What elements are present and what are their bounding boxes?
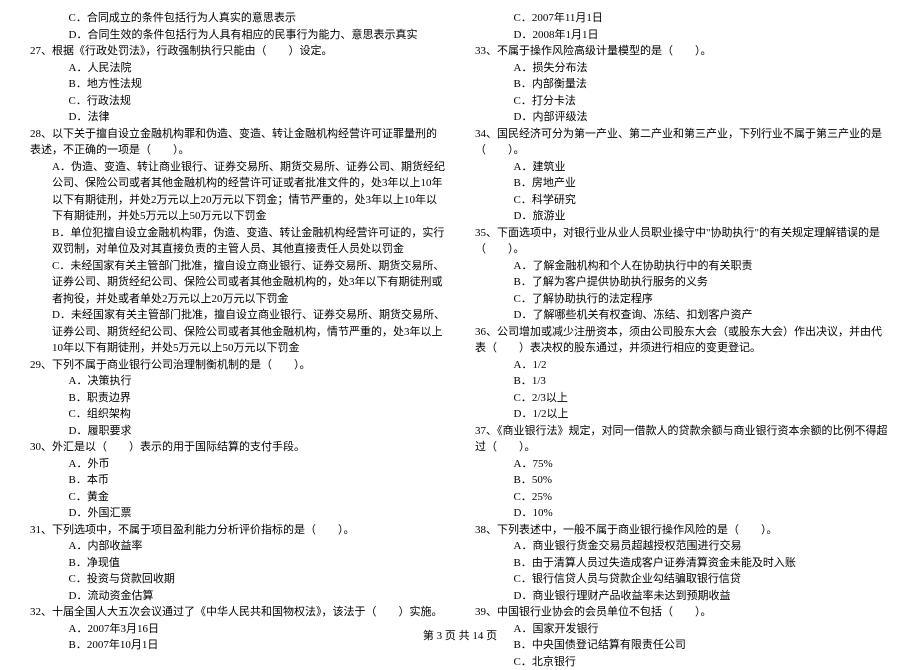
left-column: C．合同成立的条件包括行为人真实的意思表示D．合同生效的条件包括行为人具有相应的… [30,10,445,620]
text-line: D．履职要求 [30,423,445,440]
text-line: 30、外汇是以（ ）表示的用于国际结算的支付手段。 [30,439,445,456]
text-line: 39、中国银行业协会的会员单位不包括（ ）。 [475,604,890,621]
text-line: 29、下列不属于商业银行公司治理制衡机制的是（ ）。 [30,357,445,374]
text-line: C．行政法规 [30,93,445,110]
text-line: B．单位犯擅自设立金融机构罪，伪造、变造、转让金融机构经营许可证的，实行双罚制，… [30,225,445,258]
text-line: 31、下列选项中，不属于项目盈利能力分析评价指标的是（ ）。 [30,522,445,539]
text-line: B．1/3 [475,373,890,390]
text-line: A．建筑业 [475,159,890,176]
text-line: C．投资与贷款回收期 [30,571,445,588]
text-line: C．25% [475,489,890,506]
text-line: D．外国汇票 [30,505,445,522]
right-column: C．2007年11月1日D．2008年1月1日33、不属于操作风险高级计量模型的… [475,10,890,620]
text-line: B．50% [475,472,890,489]
text-line: C．银行信贷人员与贷款企业勾结骗取银行信贷 [475,571,890,588]
text-line: A．1/2 [475,357,890,374]
page-content: C．合同成立的条件包括行为人真实的意思表示D．合同生效的条件包括行为人具有相应的… [0,0,920,620]
text-line: A．了解金融机构和个人在协助执行中的有关职责 [475,258,890,275]
text-line: B．地方性法规 [30,76,445,93]
text-line: 28、以下关于擅自设立金融机构罪和伪造、变造、转让金融机构经营许可证罪量刑的表述… [30,126,445,159]
text-line: A．国家开发银行 [475,621,890,638]
text-line: B．净现值 [30,555,445,572]
text-line: A．伪造、变造、转让商业银行、证券交易所、期货交易所、证券公司、期货经纪公司、保… [30,159,445,225]
text-line: B．了解为客户提供协助执行服务的义务 [475,274,890,291]
text-line: D．法律 [30,109,445,126]
text-line: A．人民法院 [30,60,445,77]
text-line: 36、公司增加或减少注册资本，须由公司股东大会（或股东大会）作出决议，并由代表（… [475,324,890,357]
text-line: B．职责边界 [30,390,445,407]
text-line: C．科学研究 [475,192,890,209]
text-line: 38、下列表述中，一般不属于商业银行操作风险的是（ ）。 [475,522,890,539]
text-line: D．1/2以上 [475,406,890,423]
text-line: C．黄金 [30,489,445,506]
text-line: C．北京银行 [475,654,890,670]
text-line: 33、不属于操作风险高级计量模型的是（ ）。 [475,43,890,60]
text-line: B．2007年10月1日 [30,637,445,654]
text-line: A．外币 [30,456,445,473]
text-line: D．未经国家有关主管部门批准，擅自设立商业银行、证券交易所、期货交易所、证券公司… [30,307,445,357]
text-line: D．旅游业 [475,208,890,225]
text-line: C．组织架构 [30,406,445,423]
text-line: D．2008年1月1日 [475,27,890,44]
text-line: B．由于清算人员过失造成客户证券清算资金未能及时入账 [475,555,890,572]
text-line: D．了解哪些机关有权查询、冻结、扣划客户资产 [475,307,890,324]
text-line: 27、根据《行政处罚法》，行政强制执行只能由（ ）设定。 [30,43,445,60]
text-line: A．2007年3月16日 [30,621,445,638]
text-line: 32、十届全国人大五次会议通过了《中华人民共和国物权法》，该法于（ ）实施。 [30,604,445,621]
text-line: B．本币 [30,472,445,489]
text-line: B．内部衡量法 [475,76,890,93]
text-line: A．决策执行 [30,373,445,390]
text-line: A．商业银行货金交易员超越授权范围进行交易 [475,538,890,555]
text-line: C．未经国家有关主管部门批准，擅自设立商业银行、证券交易所、期货交易所、证券公司… [30,258,445,308]
text-line: 35、下面选项中，对银行业从业人员职业操守中"协助执行"的有关规定理解错误的是（… [475,225,890,258]
text-line: D．流动资金估算 [30,588,445,605]
text-line: C．2/3以上 [475,390,890,407]
text-line: A．75% [475,456,890,473]
text-line: C．了解协助执行的法定程序 [475,291,890,308]
text-line: C．打分卡法 [475,93,890,110]
text-line: B．房地产业 [475,175,890,192]
text-line: 37、《商业银行法》规定，对同一借款人的贷款余额与商业银行资本余额的比例不得超过… [475,423,890,456]
text-line: A．损失分布法 [475,60,890,77]
text-line: B．中央国债登记结算有限责任公司 [475,637,890,654]
text-line: 34、国民经济可分为第一产业、第二产业和第三产业，下列行业不属于第三产业的是（ … [475,126,890,159]
text-line: D．商业银行理财产品收益率未达到预期收益 [475,588,890,605]
text-line: D．10% [475,505,890,522]
text-line: C．合同成立的条件包括行为人真实的意思表示 [30,10,445,27]
text-line: A．内部收益率 [30,538,445,555]
text-line: D．合同生效的条件包括行为人具有相应的民事行为能力、意思表示真实 [30,27,445,44]
text-line: D．内部评级法 [475,109,890,126]
text-line: C．2007年11月1日 [475,10,890,27]
